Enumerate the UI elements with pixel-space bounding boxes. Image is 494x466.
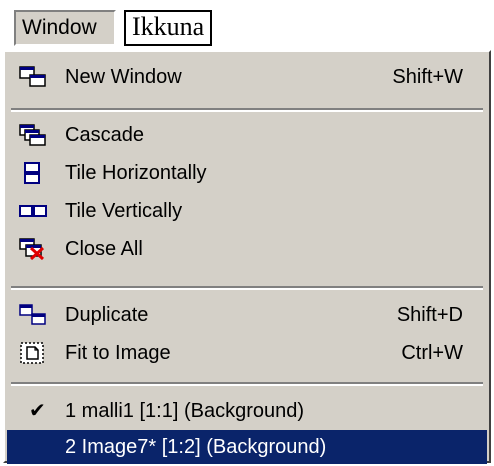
checkmark-icon: ✔ <box>29 400 46 422</box>
menu-separator <box>11 382 483 386</box>
menu-item-new-window[interactable]: New Window Shift+W <box>7 58 487 96</box>
window-menu-title[interactable]: Window <box>14 10 116 46</box>
menu-item-label: Tile Vertically <box>65 200 183 222</box>
menu-item-window-2[interactable]: 2 Image7* [1:2] (Background) <box>7 430 487 464</box>
window-menu-dropdown: New Window Shift+W Cascade Tile Horizont… <box>3 50 491 464</box>
menu-item-cascade[interactable]: Cascade <box>7 116 487 154</box>
menu-item-label: Fit to Image <box>65 342 171 364</box>
caption-label: Ikkuna <box>124 10 213 46</box>
menu-item-label: Close All <box>65 238 143 260</box>
menu-item-close-all[interactable]: Close All <box>7 230 487 268</box>
menu-item-label: Tile Horizontally <box>65 162 207 184</box>
tile-vertical-icon <box>19 205 47 217</box>
menu-item-tile-vertically[interactable]: Tile Vertically <box>7 192 487 230</box>
menu-item-duplicate[interactable]: Duplicate Shift+D <box>7 296 487 334</box>
tile-horizontal-icon <box>24 162 40 184</box>
menu-separator <box>11 108 483 112</box>
menu-separator <box>11 286 483 290</box>
menu-item-label: 2 Image7* [1:2] (Background) <box>65 436 327 458</box>
cascade-icon <box>19 124 46 146</box>
menubar: Window Ikkuna <box>0 0 494 50</box>
new-window-icon <box>19 66 46 87</box>
duplicate-icon <box>19 304 46 325</box>
menu-item-label: Duplicate <box>65 304 149 326</box>
menu-item-label: 1 malli1 [1:1] (Background) <box>65 400 305 422</box>
menu-item-label: New Window <box>65 66 182 88</box>
menu-item-tile-horizontally[interactable]: Tile Horizontally <box>7 154 487 192</box>
menu-item-shortcut: Shift+D <box>396 304 463 326</box>
menu-item-window-1[interactable]: ✔ 1 malli1 [1:1] (Background) <box>7 392 487 430</box>
fit-to-image-icon <box>20 342 44 364</box>
menu-item-shortcut: Ctrl+W <box>401 342 463 364</box>
menu-item-label: Cascade <box>65 124 144 146</box>
close-all-icon <box>19 238 45 260</box>
menu-item-fit-to-image[interactable]: Fit to Image Ctrl+W <box>7 334 487 372</box>
menu-item-shortcut: Shift+W <box>392 66 463 88</box>
